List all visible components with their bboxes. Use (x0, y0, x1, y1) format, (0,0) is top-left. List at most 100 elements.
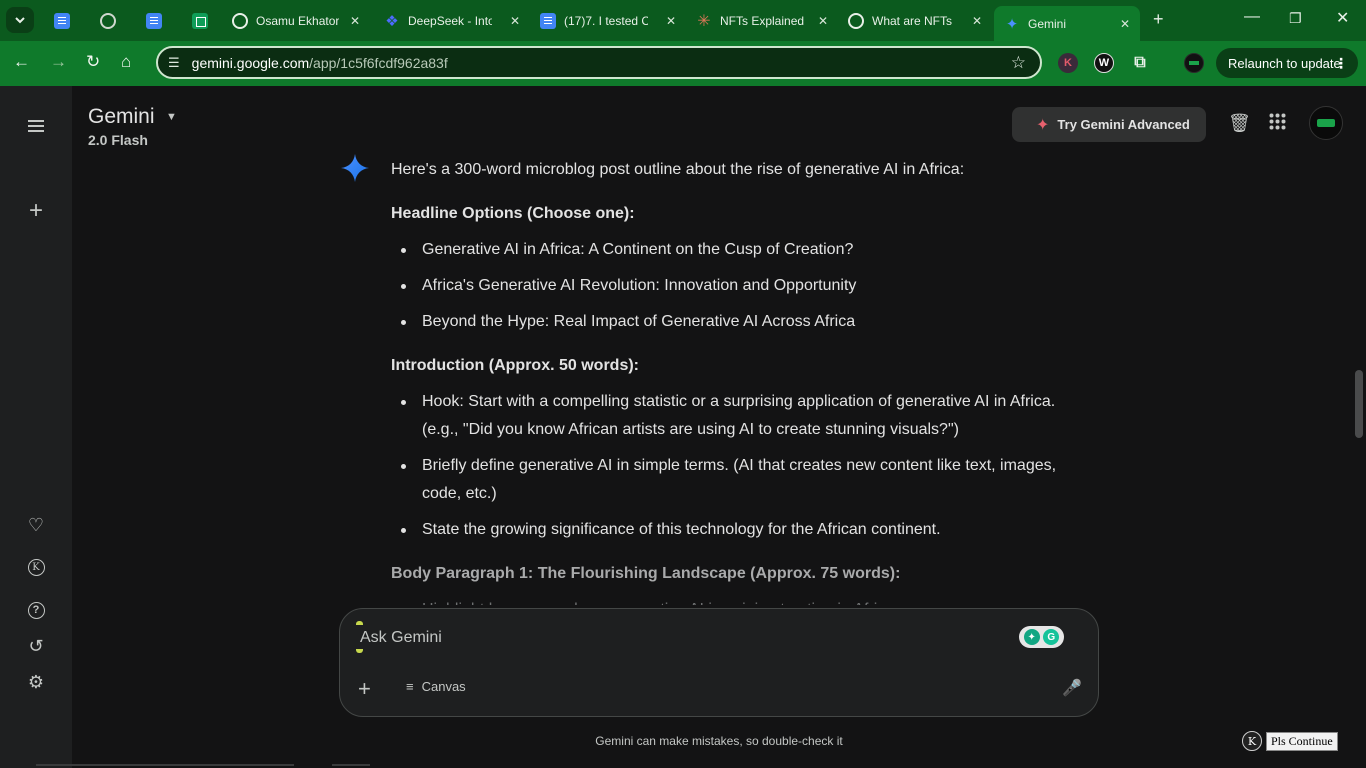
prompt-input-placeholder[interactable]: Ask Gemini (360, 629, 442, 647)
tab-what-are-nfts[interactable]: What are NFTs ✕ (838, 6, 992, 35)
relaunch-label: Relaunch to update (1228, 55, 1341, 71)
model-name[interactable]: 2.0 Flash (88, 132, 148, 148)
list-item: Beyond the Hype: Real Impact of Generati… (391, 308, 1091, 336)
tab-title: (17)7. I tested C (564, 13, 648, 28)
bullet-list: Generative AI in Africa: A Continent on … (391, 236, 1091, 336)
add-attachment-icon[interactable]: + (358, 676, 371, 702)
avatar-logo (1317, 119, 1335, 127)
taskbar-indicator (36, 764, 294, 766)
tab-globe[interactable] (90, 6, 126, 35)
help-icon[interactable]: ? (24, 598, 48, 622)
close-icon[interactable]: ✕ (510, 14, 520, 28)
deepseek-icon: ❖ (385, 12, 399, 30)
share-archive-icon[interactable]: 🗑 (1228, 113, 1251, 134)
close-window-icon[interactable]: ✕ (1336, 8, 1349, 28)
bookmark-star-icon[interactable]: ☆ (1011, 53, 1026, 73)
account-avatar[interactable] (1309, 106, 1343, 140)
minimize-icon[interactable]: — (1244, 8, 1260, 26)
forward-icon[interactable]: → (50, 52, 67, 72)
grammarly-widget[interactable]: ✦ G (1019, 626, 1064, 648)
prompt-input-box[interactable]: Ask Gemini ✦ G + ≡ Canvas 🎤 (339, 608, 1099, 717)
grammarly-suggest-icon[interactable]: ✦ (1023, 629, 1040, 645)
close-icon[interactable]: ✕ (818, 14, 828, 28)
microphone-icon[interactable]: 🎤 (1062, 678, 1082, 698)
profile-avatar-icon[interactable] (1184, 53, 1204, 73)
tab-sheets[interactable] (182, 6, 218, 35)
sheets-icon (192, 12, 208, 29)
taskbar-indicator (332, 764, 370, 766)
tab-title: NFTs Explained (720, 13, 804, 28)
tab-title: What are NFTs (872, 13, 953, 28)
tab-docs-1[interactable] (44, 6, 80, 35)
list-item: Highlight key areas where generative AI … (391, 596, 1091, 605)
tab-gemini[interactable]: ✦ Gemini ✕ (994, 6, 1140, 41)
canvas-label: Canvas (421, 679, 466, 694)
try-gemini-advanced-button[interactable]: ✦ Try Gemini Advanced (1012, 107, 1206, 142)
section-heading: Body Paragraph 1: The Flourishing Landsc… (391, 565, 901, 582)
close-icon[interactable]: ✕ (666, 14, 676, 28)
tab-title: DeepSeek - Into (408, 13, 492, 28)
extension-k-icon[interactable]: K (24, 555, 48, 579)
tab-search-button[interactable] (6, 7, 34, 33)
docs-icon (54, 12, 70, 29)
response-area: Here's a 300-word microblog post outline… (330, 150, 1110, 605)
response-intro: Here's a 300-word microblog post outline… (391, 161, 965, 178)
list-item: Briefly define generative AI in simple t… (391, 452, 1091, 508)
canvas-button[interactable]: ≡ Canvas (406, 679, 466, 694)
tab-title: Gemini (1028, 16, 1067, 31)
section-heading: Headline Options (Choose one): (391, 205, 635, 222)
text-cursor-marker (356, 621, 363, 625)
extension-k-icon[interactable]: K (1058, 53, 1078, 73)
gemini-icon: ✦ (1005, 15, 1019, 33)
browser-toolbar: ← → ↻ ⌂ ☰ gemini.google.com/app/1c5f6fcd… (0, 41, 1366, 86)
tab-title: Osamu Ekhator (256, 13, 340, 28)
google-apps-icon[interactable] (1269, 113, 1286, 135)
relaunch-button[interactable]: Relaunch to update ⋮ (1216, 48, 1358, 78)
back-icon[interactable]: ← (13, 52, 30, 72)
tab-nfts-explained[interactable]: ✳ NFTs Explained ✕ (686, 6, 838, 35)
extensions-puzzle-icon[interactable]: ⧉ (1130, 53, 1150, 73)
tab-deepseek[interactable]: ❖ DeepSeek - Into ✕ (374, 6, 530, 35)
list-item: Hook: Start with a compelling statistic … (391, 388, 1091, 444)
pls-continue-button[interactable]: Pls Continue (1266, 731, 1338, 751)
claude-icon: ✳ (697, 12, 711, 30)
docs-icon (146, 12, 162, 29)
list-item: State the growing significance of this t… (391, 516, 1091, 544)
activity-history-icon[interactable]: ↺ (24, 634, 48, 658)
disclaimer-text: Gemini can make mistakes, so double-chec… (595, 734, 843, 748)
openai-icon (848, 12, 864, 29)
try-advanced-label: Try Gemini Advanced (1057, 117, 1190, 132)
gem-manager-icon[interactable]: ♡ (24, 513, 48, 537)
restore-icon[interactable]: ❐ (1289, 10, 1302, 27)
list-item: Generative AI in Africa: A Continent on … (391, 236, 1091, 264)
menu-icon[interactable] (24, 114, 48, 138)
docs-icon (540, 12, 556, 29)
close-icon[interactable]: ✕ (1120, 17, 1130, 31)
pls-continue-widget[interactable]: K Pls Continue (1242, 731, 1338, 751)
grammarly-g-icon[interactable]: G (1043, 629, 1060, 645)
new-tab-icon[interactable]: + (1153, 9, 1164, 30)
section-heading: Introduction (Approx. 50 words): (391, 357, 639, 374)
model-dropdown-caret-icon[interactable]: ▼ (166, 111, 177, 123)
extension-w-icon[interactable]: W (1094, 53, 1114, 73)
site-info-icon[interactable]: ☰ (168, 55, 180, 71)
close-icon[interactable]: ✕ (972, 14, 982, 28)
tab-docs-tested[interactable]: (17)7. I tested C ✕ (530, 6, 686, 35)
k-extension-icon[interactable]: K (1242, 731, 1262, 751)
home-icon[interactable]: ⌂ (121, 52, 131, 72)
app-title[interactable]: Gemini (88, 105, 155, 129)
new-chat-icon[interactable]: + (24, 197, 48, 224)
address-bar[interactable]: ☰ gemini.google.com/app/1c5f6fcdf962a83f… (156, 46, 1042, 79)
settings-gear-icon[interactable]: ⚙ (24, 670, 48, 694)
tab-docs-2[interactable] (136, 6, 172, 35)
text-cursor-marker (356, 649, 363, 653)
canvas-icon: ≡ (406, 679, 414, 694)
sparkle-icon: ✦ (1036, 116, 1050, 134)
scrollbar-thumb[interactable] (1355, 370, 1363, 438)
model-response: Here's a 300-word microblog post outline… (391, 156, 1091, 605)
more-menu-icon[interactable]: ⋮ (1334, 55, 1348, 72)
reload-icon[interactable]: ↻ (86, 52, 100, 72)
tab-osamu[interactable]: Osamu Ekhator ✕ (222, 6, 370, 35)
close-icon[interactable]: ✕ (350, 14, 360, 28)
tab-strip: Osamu Ekhator ✕ ❖ DeepSeek - Into ✕ (17)… (0, 0, 1366, 41)
